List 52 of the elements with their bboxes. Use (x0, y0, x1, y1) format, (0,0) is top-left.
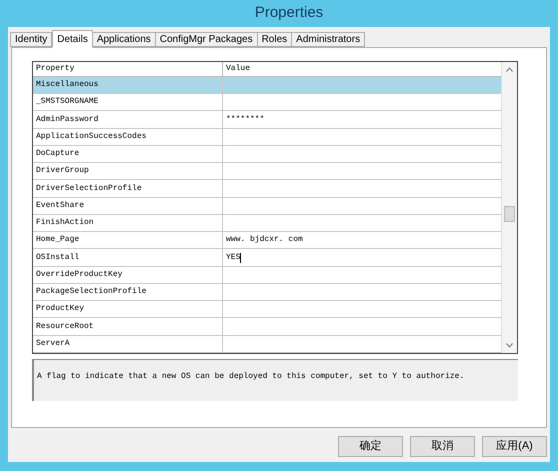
column-header: Property (33, 62, 223, 76)
description-text: A flag to indicate that a new OS can be deployed to this computer, set to Y to authorize. (37, 372, 464, 381)
grid-row[interactable]: OverrideProductKey (33, 266, 501, 284)
grid-row[interactable]: ProductKey (33, 301, 501, 318)
property-cell: DriverSelectionProfile (33, 180, 223, 197)
property-cell: ServerA (33, 336, 223, 352)
property-cell: DriverGroup (33, 163, 223, 180)
window-title: Properties (254, 3, 324, 24)
grid-row[interactable]: DriverGroup (33, 163, 501, 180)
scroll-up-icon[interactable] (506, 67, 513, 72)
tab[interactable]: ConfigMgr Packages (154, 32, 258, 47)
scrollbar[interactable] (501, 62, 517, 353)
property-cell: ApplicationSuccessCodes (33, 128, 223, 145)
property-cell: DoCapture (33, 146, 223, 162)
tab[interactable]: Roles (256, 32, 292, 47)
value-cell[interactable]: YES (226, 252, 240, 264)
grid-row[interactable]: ResourceRoot (33, 318, 501, 336)
property-cell: _SMSTSORGNAME (33, 94, 223, 110)
property-cell: OSInstall (33, 249, 223, 266)
grid-row[interactable]: FinishAction (33, 214, 501, 232)
grid-row[interactable]: OSInstall YES (33, 249, 501, 267)
dialog-button[interactable]: 取消 (410, 436, 475, 457)
grid-row[interactable]: Home_Page www. bjdcxr. com (33, 232, 501, 250)
property-cell: ProductKey (33, 301, 223, 318)
grid-row[interactable]: _SMSTSORGNAME (33, 94, 501, 112)
property-cell: EventShare (33, 198, 223, 214)
column-header: Value (225, 62, 252, 75)
tab[interactable]: Identity (10, 32, 52, 47)
value-cell[interactable]: ******** (226, 114, 264, 126)
dialog-button[interactable]: 确定 (338, 436, 403, 457)
property-cell: Home_Page (33, 232, 223, 248)
grid-row[interactable]: PackageSelectionProfile (33, 284, 501, 302)
tab[interactable]: Administrators (291, 32, 366, 47)
scroll-down-icon[interactable] (506, 343, 513, 348)
property-cell: OverrideProductKey (33, 266, 223, 283)
property-cell: PackageSelectionProfile (33, 284, 223, 300)
grid-row[interactable]: ApplicationSuccessCodes (33, 128, 501, 146)
grid-row[interactable]: Miscellaneous (33, 76, 501, 94)
grid-row[interactable]: ServerA (33, 336, 501, 353)
property-cell: Miscellaneous (33, 76, 223, 94)
tab[interactable]: Details (52, 30, 93, 48)
property-cell: FinishAction (33, 214, 223, 232)
property-cell: AdminPassword (33, 111, 223, 128)
tab[interactable]: Applications (92, 32, 156, 47)
value-cell[interactable]: www. bjdcxr. com (226, 234, 303, 246)
dialog-button[interactable]: 应用(A) (482, 436, 547, 457)
property-cell: ResourceRoot (33, 318, 223, 335)
grid-row[interactable]: DriverSelectionProfile (33, 180, 501, 198)
grid-row[interactable]: EventShare (33, 198, 501, 215)
scroll-thumb[interactable] (504, 206, 515, 222)
grid-row[interactable]: AdminPassword ******** (33, 111, 501, 129)
grid-row[interactable]: DoCapture (33, 146, 501, 164)
